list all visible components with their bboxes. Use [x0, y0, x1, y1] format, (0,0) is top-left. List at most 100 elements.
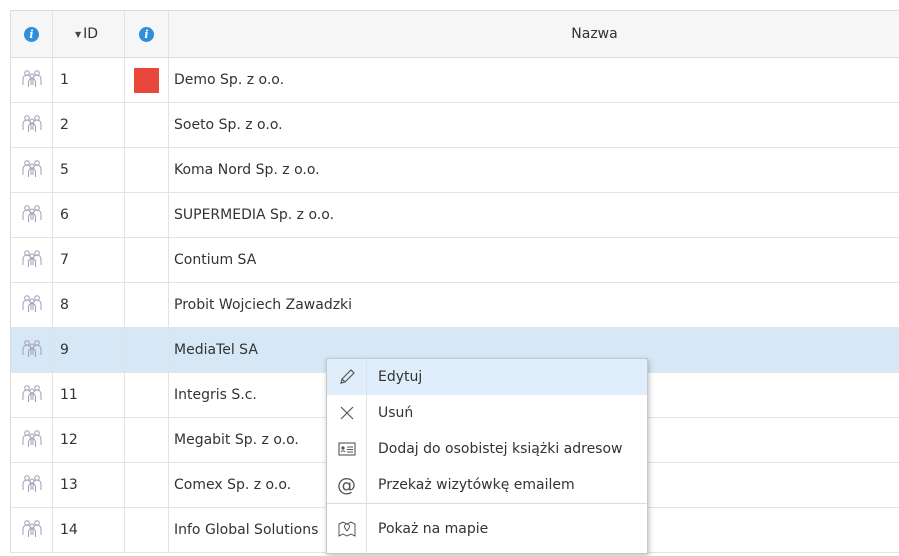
row-icon-cell [11, 238, 53, 282]
row-id: 12 [60, 432, 78, 448]
table-row[interactable]: 1 Demo Sp. z o.o. [11, 58, 899, 103]
row-icon-cell [11, 463, 53, 507]
row-id-cell: 11 [53, 373, 125, 417]
row-name: Koma Nord Sp. z o.o. [174, 162, 320, 178]
at-sign-icon: @ [327, 467, 367, 503]
table-row[interactable]: 2 Soeto Sp. z o.o. [11, 103, 899, 148]
contacts-icon[interactable] [21, 428, 43, 452]
menu-item-send-card-email[interactable]: @ Przekaż wizytówkę emailem [327, 467, 647, 503]
contacts-icon[interactable] [21, 518, 43, 542]
row-id: 7 [60, 252, 69, 268]
row-id-cell: 8 [53, 283, 125, 327]
header-name-column[interactable]: Nazwa [169, 11, 899, 57]
menu-item-add-to-address-book[interactable]: Dodaj do osobistej książki adresow [327, 431, 647, 467]
table-row[interactable]: 5 Koma Nord Sp. z o.o. [11, 148, 899, 193]
row-name: Contium SA [174, 252, 257, 268]
header-info-cell-2: i [125, 11, 169, 57]
row-id: 6 [60, 207, 69, 223]
row-color-cell [125, 58, 169, 102]
color-swatch [134, 67, 159, 93]
row-id-cell: 13 [53, 463, 125, 507]
row-id-cell: 6 [53, 193, 125, 237]
row-color-cell [125, 283, 169, 327]
row-icon-cell [11, 193, 53, 237]
row-name-cell: Koma Nord Sp. z o.o. [169, 148, 899, 192]
row-name-cell: SUPERMEDIA Sp. z o.o. [169, 193, 899, 237]
sort-descending-icon: ▼ [75, 29, 82, 39]
row-id: 2 [60, 117, 69, 133]
row-icon-cell [11, 373, 53, 417]
row-id-cell: 14 [53, 508, 125, 552]
row-icon-cell [11, 508, 53, 552]
row-name: Info Global Solutions [174, 522, 319, 538]
row-id-cell: 12 [53, 418, 125, 462]
row-name: Integris S.c. [174, 387, 257, 403]
close-x-icon [327, 395, 367, 431]
row-name-cell: Contium SA [169, 238, 899, 282]
row-color-cell [125, 238, 169, 282]
row-id: 13 [60, 477, 78, 493]
row-color-cell [125, 328, 169, 372]
row-name: MediaTel SA [174, 342, 258, 358]
row-name: Probit Wojciech Zawadzki [174, 297, 353, 313]
row-id-cell: 1 [53, 58, 125, 102]
row-id: 1 [60, 72, 69, 88]
row-icon-cell [11, 58, 53, 102]
row-name-cell: Soeto Sp. z o.o. [169, 103, 899, 147]
row-id-cell: 9 [53, 328, 125, 372]
contacts-icon[interactable] [21, 473, 43, 497]
menu-item-label: Dodaj do osobistej książki adresow [378, 441, 623, 457]
header-name-label: Nazwa [571, 26, 618, 42]
menu-item-label: Przekaż wizytówkę emailem [378, 477, 575, 493]
header-id-label: ID [83, 26, 99, 42]
row-icon-cell [11, 103, 53, 147]
contacts-icon[interactable] [21, 338, 43, 362]
row-name-cell: Demo Sp. z o.o. [169, 58, 899, 102]
header-info-cell: i [11, 11, 53, 57]
context-menu: Edytuj Usuń Dodaj do osobistej książki a… [326, 358, 648, 554]
contacts-icon[interactable] [21, 293, 43, 317]
row-color-cell [125, 508, 169, 552]
menu-item-delete[interactable]: Usuń [327, 395, 647, 431]
grid-header: i ▼ ID i Nazwa [11, 11, 899, 58]
row-id: 5 [60, 162, 69, 178]
menu-item-edit[interactable]: Edytuj [327, 359, 647, 395]
info-icon[interactable]: i [139, 26, 154, 42]
row-id: 9 [60, 342, 69, 358]
row-name: SUPERMEDIA Sp. z o.o. [174, 207, 335, 223]
row-name: Megabit Sp. z o.o. [174, 432, 299, 448]
row-id: 14 [60, 522, 78, 538]
table-row[interactable]: 7 Contium SA [11, 238, 899, 283]
row-id-cell: 2 [53, 103, 125, 147]
header-id-column[interactable]: ▼ ID [53, 11, 125, 57]
menu-item-show-on-map[interactable]: Pokaż na mapie [327, 503, 647, 554]
row-color-cell [125, 103, 169, 147]
table-row[interactable]: 8 Probit Wojciech Zawadzki [11, 283, 899, 328]
row-color-cell [125, 418, 169, 462]
table-row[interactable]: 6 SUPERMEDIA Sp. z o.o. [11, 193, 899, 238]
row-name-cell: Probit Wojciech Zawadzki [169, 283, 899, 327]
contacts-icon[interactable] [21, 68, 43, 92]
contacts-icon[interactable] [21, 248, 43, 272]
contacts-icon[interactable] [21, 383, 43, 407]
contacts-icon[interactable] [21, 158, 43, 182]
row-name: Soeto Sp. z o.o. [174, 117, 283, 133]
row-color-cell [125, 193, 169, 237]
row-icon-cell [11, 328, 53, 372]
row-icon-cell [11, 283, 53, 327]
menu-item-label: Usuń [378, 405, 414, 421]
row-color-cell [125, 463, 169, 507]
row-color-cell [125, 373, 169, 417]
pencil-icon [327, 359, 367, 395]
row-id: 8 [60, 297, 69, 313]
row-id: 11 [60, 387, 78, 403]
contacts-icon[interactable] [21, 203, 43, 227]
row-color-cell [125, 148, 169, 192]
info-icon[interactable]: i [24, 26, 39, 42]
row-name: Comex Sp. z o.o. [174, 477, 292, 493]
contacts-icon[interactable] [21, 113, 43, 137]
row-id-cell: 7 [53, 238, 125, 282]
contact-card-icon [327, 431, 367, 467]
row-icon-cell [11, 418, 53, 462]
row-id-cell: 5 [53, 148, 125, 192]
